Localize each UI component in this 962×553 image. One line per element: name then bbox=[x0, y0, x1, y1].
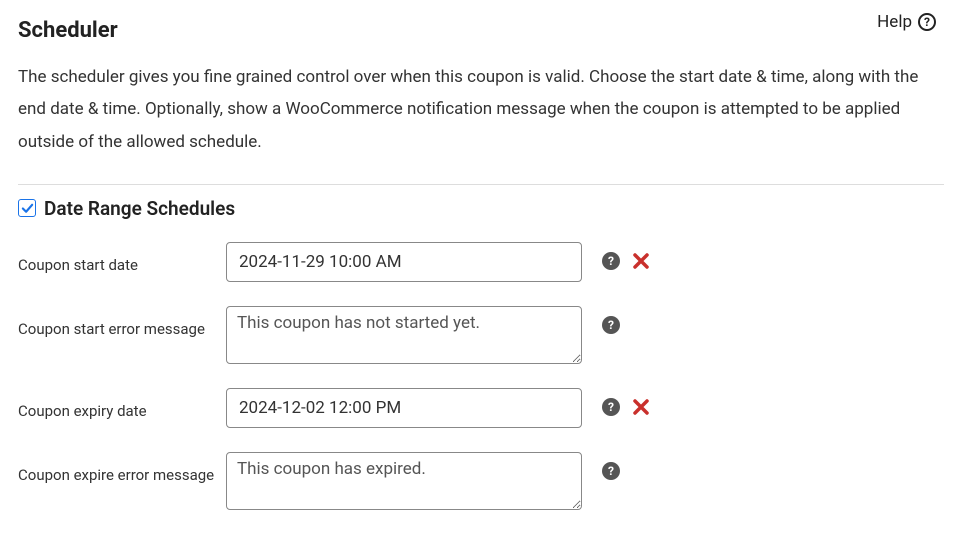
textarea-start-error[interactable] bbox=[226, 306, 582, 364]
help-tooltip-icon[interactable]: ? bbox=[602, 398, 620, 416]
question-circle-icon: ? bbox=[918, 13, 936, 31]
help-link-label: Help bbox=[877, 12, 912, 32]
help-link[interactable]: Help ? bbox=[877, 12, 936, 32]
close-x-icon bbox=[632, 398, 650, 416]
row-controls: ? bbox=[602, 242, 650, 270]
row-expiry-date: Coupon expiry date ? bbox=[18, 388, 944, 428]
label-start-error: Coupon start error message bbox=[18, 306, 226, 343]
label-expire-error: Coupon expire error message bbox=[18, 452, 226, 489]
page-title: Scheduler bbox=[18, 18, 944, 43]
checkmark-icon bbox=[21, 202, 34, 215]
remove-icon[interactable] bbox=[632, 252, 650, 270]
input-expiry-date[interactable] bbox=[226, 388, 582, 428]
remove-icon[interactable] bbox=[632, 398, 650, 416]
textarea-expire-error[interactable] bbox=[226, 452, 582, 510]
row-start-error: Coupon start error message ? bbox=[18, 306, 944, 364]
help-tooltip-icon[interactable]: ? bbox=[602, 252, 620, 270]
input-start-date[interactable] bbox=[226, 242, 582, 282]
label-start-date: Coupon start date bbox=[18, 242, 226, 279]
row-expire-error: Coupon expire error message ? bbox=[18, 452, 944, 510]
row-controls: ? bbox=[602, 452, 620, 480]
page-description: The scheduler gives you fine grained con… bbox=[18, 61, 944, 158]
help-tooltip-icon[interactable]: ? bbox=[602, 462, 620, 480]
close-x-icon bbox=[632, 252, 650, 270]
help-tooltip-icon[interactable]: ? bbox=[602, 316, 620, 334]
row-start-date: Coupon start date ? bbox=[18, 242, 944, 282]
row-controls: ? bbox=[602, 306, 620, 334]
section-title: Date Range Schedules bbox=[44, 197, 235, 220]
row-controls: ? bbox=[602, 388, 650, 416]
section-header: Date Range Schedules bbox=[18, 197, 944, 220]
label-expiry-date: Coupon expiry date bbox=[18, 388, 226, 425]
date-range-checkbox[interactable] bbox=[18, 199, 36, 217]
section-divider bbox=[18, 184, 944, 185]
